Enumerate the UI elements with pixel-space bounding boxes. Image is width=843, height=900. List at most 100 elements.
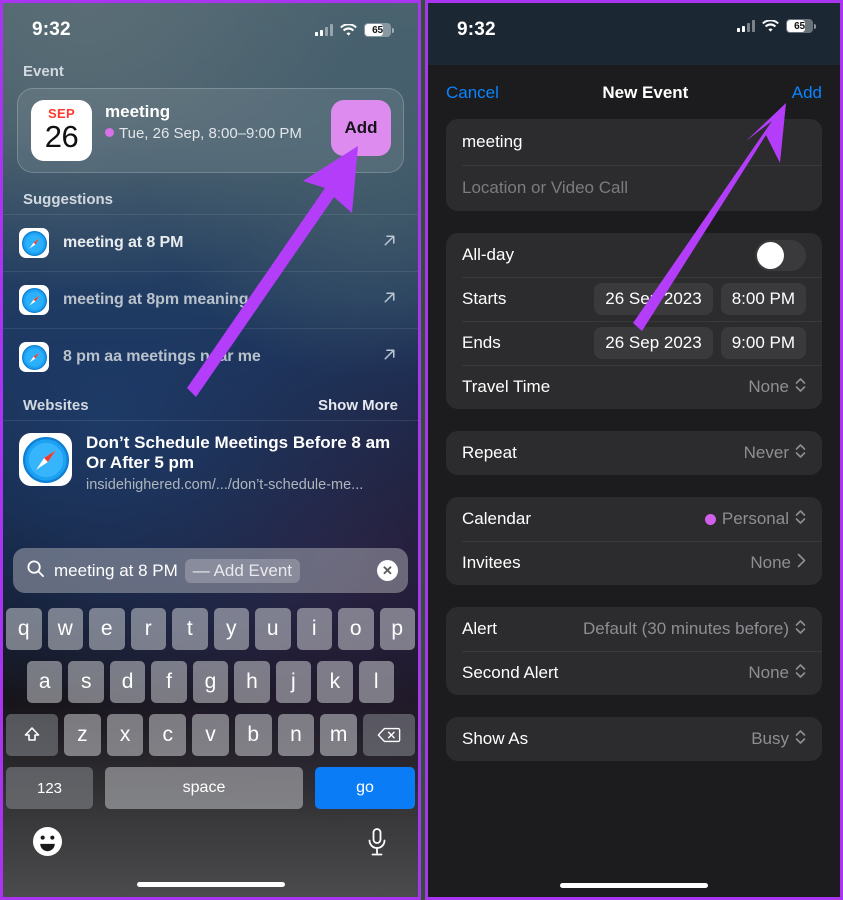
battery-icon: 65: [364, 23, 394, 37]
status-bar-time: 9:32: [32, 19, 71, 40]
title-location-group: meeting Location or Video Call: [446, 119, 822, 211]
travel-time-row[interactable]: Travel Time None: [446, 365, 822, 409]
starts-row[interactable]: Starts 26 Sep 2023 8:00 PM: [446, 277, 822, 321]
backspace-icon[interactable]: [363, 714, 416, 756]
key-c[interactable]: c: [149, 714, 187, 756]
list-item[interactable]: meeting at 8 PM: [3, 214, 418, 271]
arrow-up-right-icon[interactable]: [381, 346, 398, 368]
microphone-icon[interactable]: [365, 827, 389, 862]
on-screen-keyboard: q w e r t y u i o p a s d f g h j k l z …: [3, 603, 418, 897]
ends-time-pill[interactable]: 9:00 PM: [720, 327, 806, 359]
event-subtitle-wrap: Tue, 26 Sep, 8:00–9:00 PM: [105, 124, 318, 144]
show-as-group: Show As Busy: [446, 717, 822, 761]
key-b[interactable]: b: [234, 714, 272, 756]
alert-row[interactable]: Alert Default (30 minutes before): [446, 607, 822, 651]
invitees-label: Invitees: [462, 553, 521, 572]
suggestions-list: meeting at 8 PM meeting at 8pm meaning 8…: [3, 214, 418, 385]
add-button[interactable]: Add: [792, 83, 822, 103]
ends-date-pill[interactable]: 26 Sep 2023: [594, 327, 713, 359]
arrow-up-right-icon[interactable]: [381, 232, 398, 254]
repeat-row[interactable]: Repeat Never: [446, 431, 822, 475]
key-i[interactable]: i: [296, 608, 332, 650]
key-k[interactable]: k: [317, 661, 353, 703]
list-item-label: 8 pm aa meetings near me: [63, 348, 261, 365]
invitees-row[interactable]: Invitees None: [446, 541, 822, 585]
key-q[interactable]: q: [6, 608, 42, 650]
key-n[interactable]: n: [277, 714, 315, 756]
event-suggestion-card[interactable]: SEP 26 meeting Tue, 26 Sep, 8:00–9:00 PM…: [17, 88, 404, 173]
event-location-input[interactable]: Location or Video Call: [462, 178, 628, 198]
safari-icon: [19, 342, 49, 372]
key-j[interactable]: j: [275, 661, 312, 703]
key-g[interactable]: g: [192, 661, 229, 703]
show-more-button[interactable]: Show More: [318, 397, 398, 414]
key-e[interactable]: e: [89, 608, 125, 650]
website-result-row[interactable]: Don’t Schedule Meetings Before 8 am Or A…: [3, 420, 418, 503]
search-bar[interactable]: meeting at 8 PM — Add Event ✕: [13, 548, 408, 593]
starts-time-pill[interactable]: 8:00 PM: [720, 283, 806, 315]
search-input[interactable]: meeting at 8 PM: [54, 561, 178, 581]
key-u[interactable]: u: [255, 608, 291, 650]
key-go[interactable]: go: [315, 767, 415, 809]
key-m[interactable]: m: [320, 714, 358, 756]
key-o[interactable]: o: [338, 608, 374, 650]
show-as-row[interactable]: Show As Busy: [446, 717, 822, 761]
date-badge: SEP 26: [31, 100, 92, 161]
key-t[interactable]: t: [172, 608, 208, 650]
list-item[interactable]: meeting at 8pm meaning: [3, 271, 418, 328]
travel-time-value: None: [748, 377, 789, 396]
key-l[interactable]: l: [358, 661, 394, 703]
all-day-label: All-day: [462, 245, 514, 264]
second-alert-row[interactable]: Second Alert None: [446, 651, 822, 695]
key-numbers[interactable]: 123: [6, 767, 93, 809]
key-r[interactable]: r: [130, 608, 166, 650]
key-a[interactable]: a: [27, 661, 63, 703]
all-day-toggle[interactable]: [755, 239, 806, 271]
second-alert-value: None: [748, 663, 789, 682]
safari-icon: [19, 285, 49, 315]
key-d[interactable]: d: [109, 661, 146, 703]
calendar-row[interactable]: Calendar Personal: [446, 497, 822, 541]
list-item-label: meeting at 8pm meaning: [63, 291, 249, 308]
screenshot-stage: 9:32 65 Event SEP 26 meeting Tue, 26 Sep…: [0, 0, 843, 900]
all-day-row[interactable]: All-day: [446, 233, 822, 277]
keyboard-bottom-bar: [6, 820, 415, 862]
safari-icon: [19, 433, 72, 486]
arrow-up-right-icon[interactable]: [381, 289, 398, 311]
key-z[interactable]: z: [63, 714, 101, 756]
emoji-smiley-icon[interactable]: [32, 826, 63, 862]
key-w[interactable]: w: [47, 608, 83, 650]
home-indicator: [560, 883, 708, 888]
chevron-up-down-icon: [795, 443, 806, 464]
status-bar: 9:32 65: [428, 3, 840, 65]
cancel-button[interactable]: Cancel: [446, 83, 499, 103]
status-bar-time: 9:32: [457, 19, 496, 40]
key-f[interactable]: f: [151, 661, 187, 703]
clear-x-icon[interactable]: ✕: [377, 560, 398, 581]
chevron-up-down-icon: [795, 619, 806, 640]
key-h[interactable]: h: [234, 661, 270, 703]
repeat-label: Repeat: [462, 443, 517, 462]
chevron-up-down-icon: [795, 509, 806, 530]
event-header-label: Event: [23, 63, 64, 80]
event-subtitle: Tue, 26 Sep, 8:00–9:00 PM: [119, 125, 302, 143]
list-item[interactable]: 8 pm aa meetings near me: [3, 328, 418, 385]
repeat-group: Repeat Never: [446, 431, 822, 475]
key-x[interactable]: x: [106, 714, 144, 756]
ends-row[interactable]: Ends 26 Sep 2023 9:00 PM: [446, 321, 822, 365]
shift-icon[interactable]: [5, 714, 58, 756]
key-v[interactable]: v: [192, 714, 229, 756]
status-bar: 9:32 65: [3, 3, 418, 41]
home-indicator: [136, 882, 285, 887]
event-location-field-row[interactable]: Location or Video Call: [446, 165, 822, 211]
key-y[interactable]: y: [213, 608, 249, 650]
event-add-button[interactable]: Add: [331, 100, 391, 156]
date-badge-day: 26: [44, 119, 79, 155]
starts-date-pill[interactable]: 26 Sep 2023: [594, 283, 713, 315]
event-title-field-row[interactable]: meeting: [446, 119, 822, 165]
key-s[interactable]: s: [68, 661, 104, 703]
travel-time-label: Travel Time: [462, 377, 551, 396]
event-title-input[interactable]: meeting: [462, 132, 522, 152]
key-p[interactable]: p: [379, 608, 415, 650]
key-space[interactable]: space: [105, 767, 303, 809]
